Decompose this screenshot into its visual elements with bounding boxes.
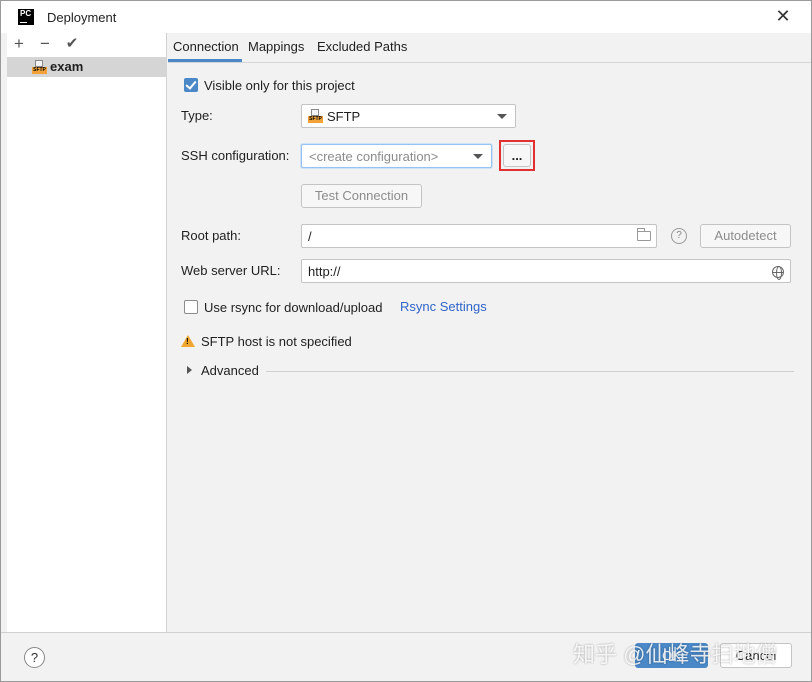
warning-message: SFTP host is not specified <box>201 334 352 349</box>
folder-icon[interactable] <box>637 228 651 241</box>
rsync-label: Use rsync for download/upload <box>204 300 383 315</box>
tab-separator <box>168 62 811 63</box>
root-path-label: Root path: <box>181 228 241 243</box>
type-label: Type: <box>181 108 213 123</box>
visible-only-checkbox[interactable] <box>184 78 198 92</box>
remove-server-icon[interactable]: − <box>36 35 54 53</box>
tab-mappings[interactable]: Mappings <box>248 39 304 54</box>
expand-arrow-icon[interactable] <box>187 366 192 374</box>
ssh-configuration-dropdown[interactable]: <create configuration> <box>301 144 492 168</box>
server-item-exam[interactable]: SFTP exam <box>7 57 167 77</box>
test-connection-button[interactable]: Test Connection <box>301 184 422 208</box>
autodetect-button[interactable]: Autodetect <box>700 224 791 248</box>
tab-excluded-paths[interactable]: Excluded Paths <box>317 39 407 54</box>
rsync-settings-link[interactable]: Rsync Settings <box>400 299 487 314</box>
rsync-checkbox[interactable] <box>184 300 198 314</box>
web-server-url-label: Web server URL: <box>181 263 281 278</box>
type-dropdown[interactable]: SFTP SFTP <box>301 104 516 128</box>
server-item-label: exam <box>50 59 84 74</box>
browse-ssh-config-button[interactable]: ... <box>503 144 531 167</box>
root-path-field[interactable]: / <box>301 224 657 248</box>
ssh-configuration-placeholder: <create configuration> <box>309 149 439 164</box>
visible-only-label: Visible only for this project <box>204 78 355 93</box>
dialog-footer: ? OK Cancel 知乎 @仙峰寺扫地僧 <box>1 632 811 681</box>
chevron-down-icon <box>473 154 483 159</box>
deployment-dialog: PC Deployment ✕ + − ✔ SFTP exam Connecti… <box>0 0 812 682</box>
advanced-divider <box>266 371 794 372</box>
web-server-url-value: http:// <box>308 264 341 279</box>
tab-connection[interactable]: Connection <box>173 39 239 54</box>
app-icon-text: PC <box>20 9 32 18</box>
server-list-pane: + − ✔ SFTP exam <box>7 33 167 632</box>
advanced-section-toggle[interactable]: Advanced <box>201 363 259 378</box>
window-title: Deployment <box>47 10 117 25</box>
globe-icon[interactable] <box>772 266 784 280</box>
watermark-overlay: 知乎 @仙峰寺扫地僧 <box>573 642 778 667</box>
root-path-value: / <box>308 229 312 244</box>
help-icon[interactable]: ? <box>671 228 687 244</box>
web-server-url-field[interactable]: http:// <box>301 259 791 283</box>
close-icon[interactable]: ✕ <box>774 6 792 26</box>
title-bar: PC Deployment ✕ <box>1 1 811 33</box>
type-value: SFTP <box>327 109 361 124</box>
chevron-down-icon <box>497 114 507 119</box>
sftp-server-icon: SFTP <box>32 60 47 74</box>
sftp-type-icon: SFTP <box>308 109 323 123</box>
help-button[interactable]: ? <box>24 647 45 668</box>
set-default-check-icon[interactable]: ✔ <box>63 35 81 53</box>
add-server-icon[interactable]: + <box>10 35 28 53</box>
warning-icon: ! <box>181 335 195 347</box>
ssh-configuration-label: SSH configuration: <box>181 148 290 163</box>
server-settings-pane: Connection Mappings Excluded Paths Visib… <box>168 33 811 632</box>
pycharm-app-icon: PC <box>18 9 34 25</box>
